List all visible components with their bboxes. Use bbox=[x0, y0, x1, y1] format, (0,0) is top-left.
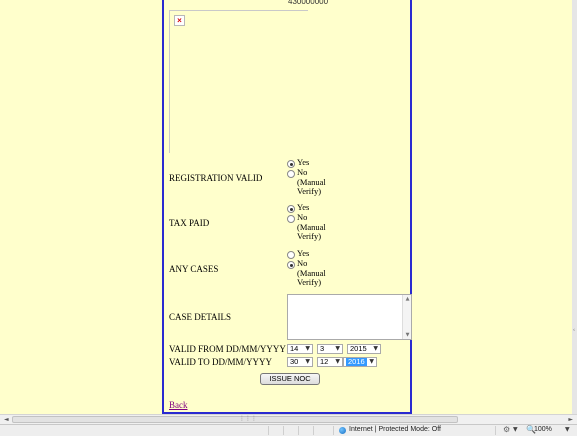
registration-valid-radio-group: Yes No (Manual Verify) bbox=[287, 157, 347, 197]
status-divider bbox=[333, 426, 334, 435]
grip-icon: ⋮⋮⋮ bbox=[239, 415, 257, 422]
tax-yes-option[interactable]: Yes bbox=[287, 202, 347, 213]
security-zone-text[interactable]: Internet | Protected Mode: Off bbox=[349, 426, 441, 433]
globe-icon bbox=[339, 427, 346, 434]
valid-from-label: VALID FROM DD/MM/YYYY bbox=[169, 344, 286, 354]
issue-noc-button[interactable]: ISSUE NOC bbox=[260, 373, 320, 385]
valid-from-year-value: 2015 bbox=[350, 344, 367, 353]
chevron-down-icon: ▼ bbox=[305, 358, 310, 365]
top-number-text: 430000000 bbox=[288, 0, 329, 6]
valid-to-day-select[interactable]: 30 ▼ bbox=[287, 357, 313, 367]
cases-no-option[interactable]: No (Manual Verify) bbox=[287, 258, 347, 288]
form-panel: 430000000 × REGISTRATION VALID Yes No (M… bbox=[162, 0, 412, 414]
valid-from-year-select[interactable]: 2015 ▼ bbox=[347, 344, 381, 354]
status-divider bbox=[298, 426, 299, 435]
registration-yes-radio[interactable] bbox=[287, 160, 295, 168]
status-divider bbox=[283, 426, 284, 435]
broken-image-icon: × bbox=[174, 15, 185, 26]
tick-mark: ‹ bbox=[573, 327, 575, 333]
any-cases-radio-group: Yes No (Manual Verify) bbox=[287, 248, 347, 288]
chevron-down-icon[interactable]: ▼ bbox=[565, 426, 570, 433]
valid-from-day-value: 14 bbox=[290, 344, 299, 353]
tax-no-radio[interactable] bbox=[287, 215, 295, 223]
valid-from-day-select[interactable]: 14 ▼ bbox=[287, 344, 313, 354]
settings-icon[interactable]: ⚙ bbox=[503, 425, 510, 434]
image-placeholder: × bbox=[169, 10, 308, 153]
status-bar: Internet | Protected Mode: Off ⚙ ▼ 🔍 100… bbox=[0, 424, 577, 436]
any-cases-label: ANY CASES bbox=[169, 264, 219, 274]
case-details-label: CASE DETAILS bbox=[169, 312, 232, 322]
tax-yes-radio[interactable] bbox=[287, 205, 295, 213]
horizontal-scrollbar[interactable]: ◄ ⋮⋮⋮ ► bbox=[0, 414, 577, 424]
scroll-up-arrow-icon[interactable]: ▲ bbox=[404, 296, 411, 302]
tax-no-option[interactable]: No (Manual Verify) bbox=[287, 212, 347, 242]
tax-paid-radio-group: Yes No (Manual Verify) bbox=[287, 202, 347, 242]
valid-from-month-value: 3 bbox=[320, 344, 325, 353]
valid-to-month-select[interactable]: 12 ▼ bbox=[317, 357, 343, 367]
status-divider bbox=[268, 426, 269, 435]
cases-yes-option[interactable]: Yes bbox=[287, 248, 347, 259]
textarea-scrollbar[interactable]: ▲ ▼ bbox=[402, 295, 411, 339]
registration-no-option[interactable]: No (Manual Verify) bbox=[287, 167, 347, 197]
registration-no-label: No (Manual Verify) bbox=[297, 167, 326, 196]
valid-to-month-value: 12 bbox=[320, 357, 329, 366]
registration-valid-label: REGISTRATION VALID bbox=[169, 173, 263, 183]
case-details-textarea[interactable] bbox=[287, 294, 412, 340]
chevron-down-icon: ▼ bbox=[373, 345, 378, 352]
scrollbar-thumb[interactable]: ⋮⋮⋮ bbox=[12, 415, 458, 423]
scroll-down-arrow-icon[interactable]: ▼ bbox=[404, 332, 411, 338]
scroll-right-arrow-icon[interactable]: ► bbox=[568, 416, 573, 423]
right-edge-strip: ‹ bbox=[572, 0, 577, 414]
scroll-left-arrow-icon[interactable]: ◄ bbox=[4, 416, 9, 423]
valid-to-day-value: 30 bbox=[290, 357, 299, 366]
registration-yes-option[interactable]: Yes bbox=[287, 157, 347, 168]
tax-no-label: No (Manual Verify) bbox=[297, 212, 326, 241]
status-divider bbox=[313, 426, 314, 435]
chevron-down-icon[interactable]: ▼ bbox=[513, 426, 518, 433]
valid-to-year-select[interactable]: 2016 ▼ bbox=[343, 357, 377, 367]
chevron-down-icon: ▼ bbox=[369, 358, 374, 365]
chevron-down-icon: ▼ bbox=[335, 345, 340, 352]
zoom-level-text[interactable]: 100% bbox=[534, 426, 552, 433]
cases-yes-radio[interactable] bbox=[287, 251, 295, 259]
registration-no-radio[interactable] bbox=[287, 170, 295, 178]
status-divider bbox=[495, 426, 496, 435]
valid-from-month-select[interactable]: 3 ▼ bbox=[317, 344, 343, 354]
chevron-down-icon: ▼ bbox=[305, 345, 310, 352]
cases-no-label: No (Manual Verify) bbox=[297, 258, 326, 287]
back-link[interactable]: Back bbox=[169, 400, 188, 410]
valid-to-label: VALID TO DD/MM/YYYY bbox=[169, 357, 273, 367]
tax-paid-label: TAX PAID bbox=[169, 218, 210, 228]
valid-to-year-value: 2016 bbox=[346, 357, 367, 366]
cases-no-radio[interactable] bbox=[287, 261, 295, 269]
chevron-down-icon: ▼ bbox=[335, 358, 340, 365]
